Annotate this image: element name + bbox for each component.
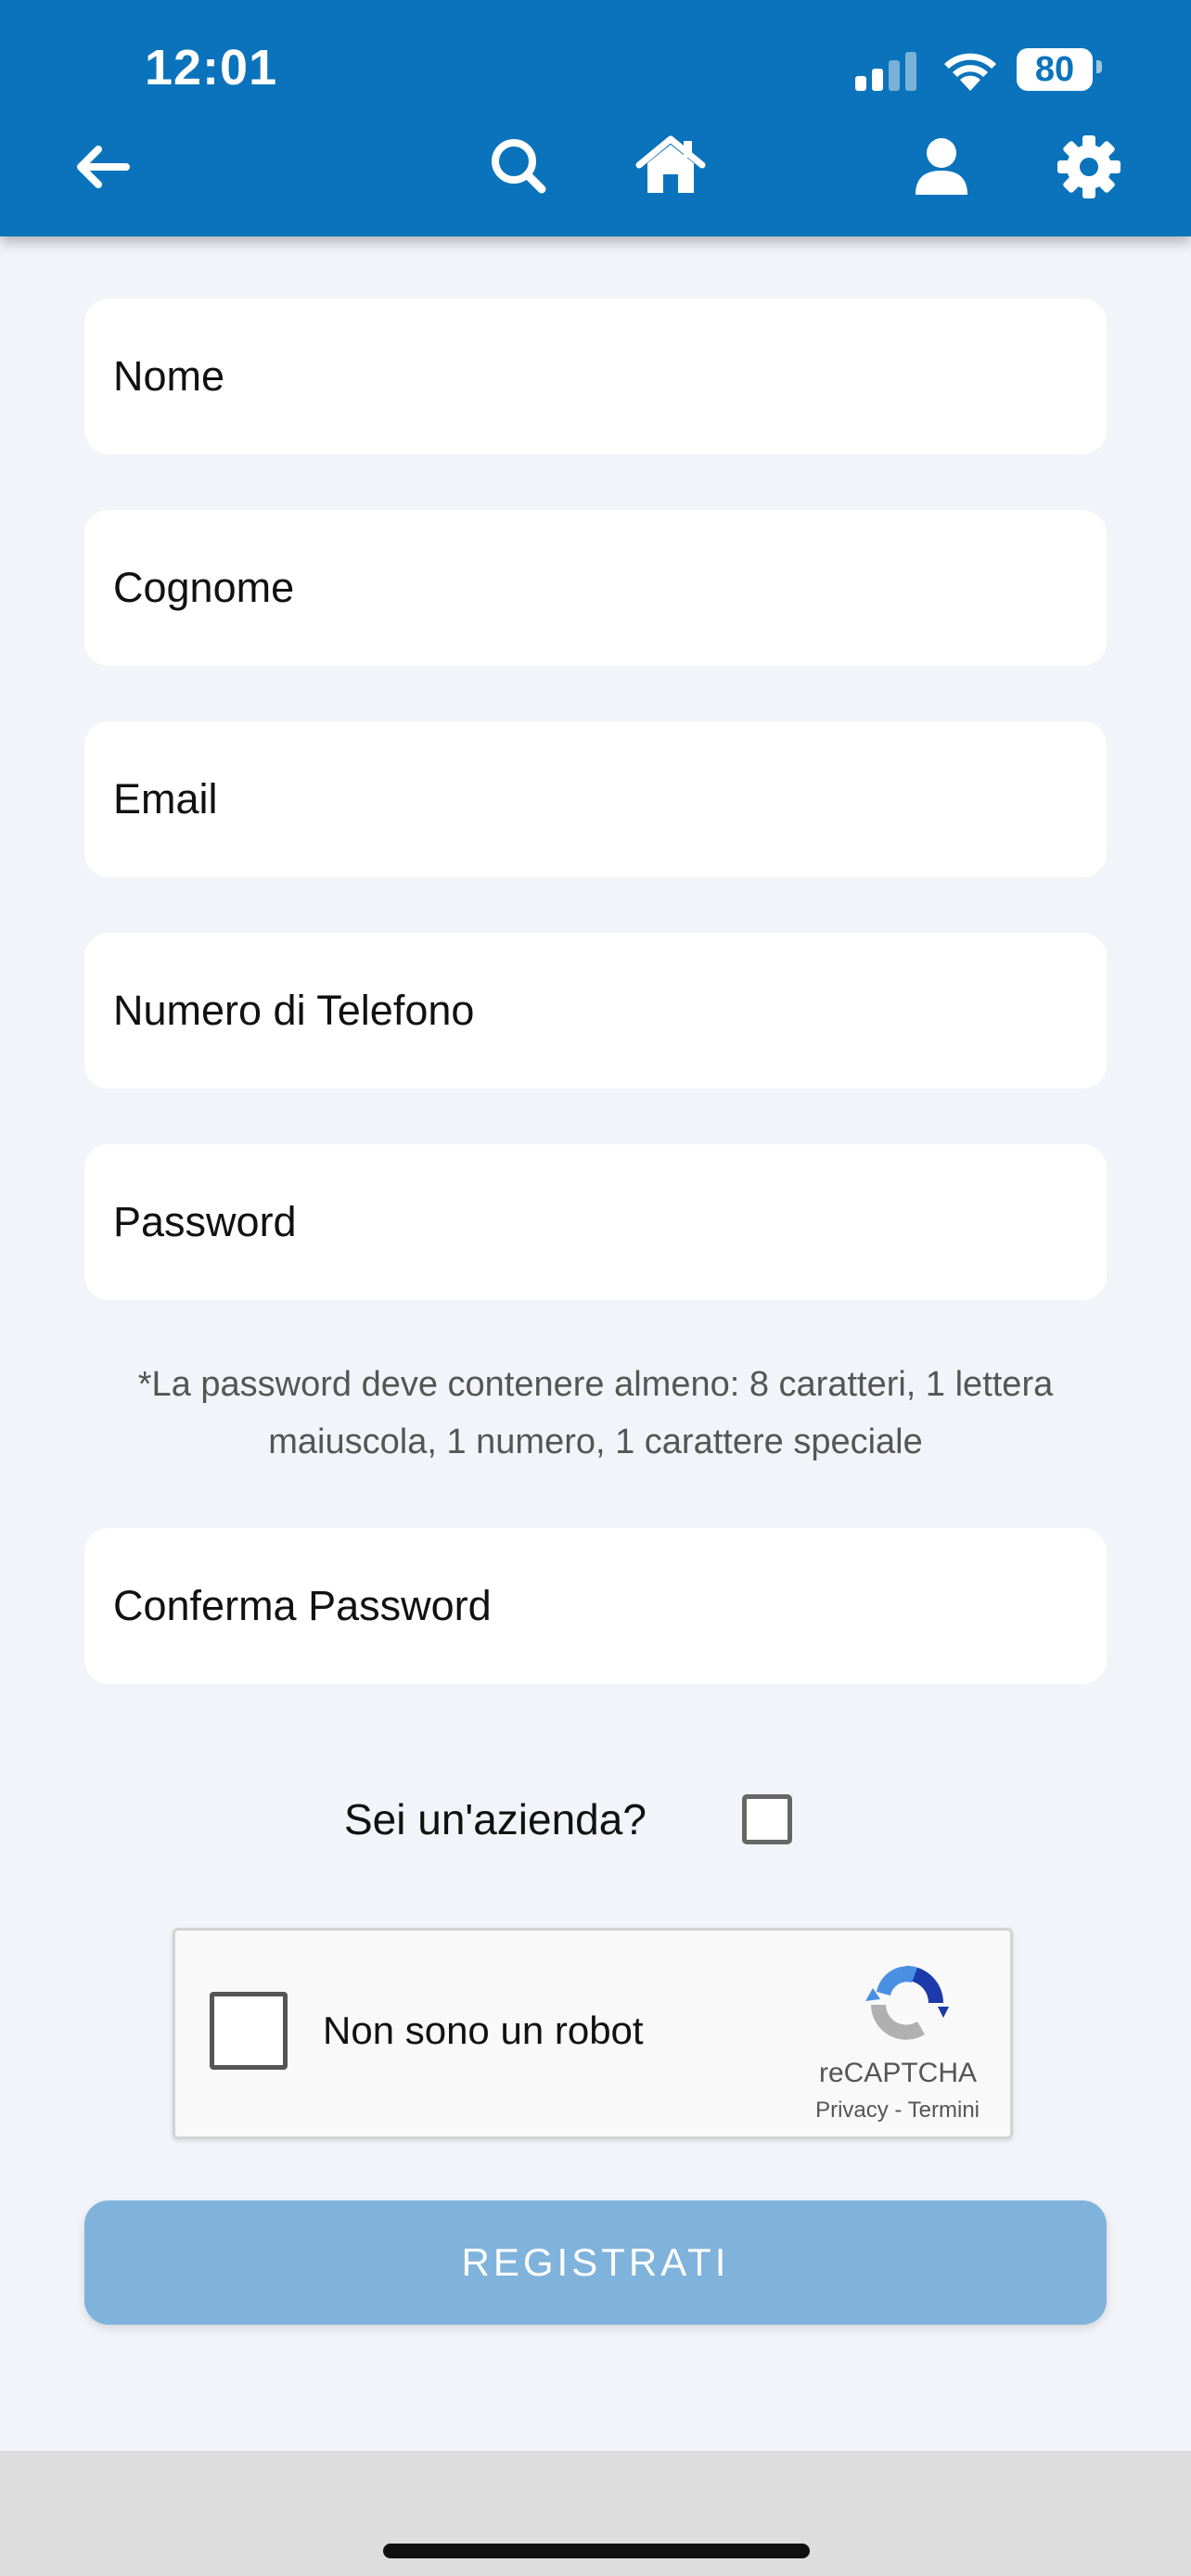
recaptcha-label: Non sono un robot [323, 2009, 644, 2052]
battery-level: 80 [1034, 50, 1075, 89]
email-field[interactable]: Email [84, 721, 1107, 877]
company-row: Sei un'azienda? [0, 1782, 1191, 1856]
wifi-icon [944, 53, 996, 91]
signal-icon [855, 52, 916, 91]
home-icon[interactable] [634, 130, 708, 204]
recaptcha-widget: Non sono un robot reCAPTCHA Privacy - Te… [173, 1928, 1013, 2139]
status-time: 12:01 [145, 40, 278, 96]
recaptcha-brand: reCAPTCHA [818, 2058, 977, 2088]
battery-icon: 80 [1017, 48, 1093, 91]
phone-field[interactable]: Numero di Telefono [84, 933, 1107, 1089]
recaptcha-checkbox[interactable] [210, 1992, 288, 2070]
bottom-bar [0, 2451, 1191, 2576]
confirm-password-placeholder: Conferma Password [113, 1582, 492, 1629]
gear-icon[interactable] [1052, 130, 1126, 204]
battery-tip [1096, 60, 1102, 73]
nome-placeholder: Nome [113, 352, 225, 400]
cognome-placeholder: Cognome [113, 564, 295, 611]
recaptcha-privacy-link[interactable]: Privacy [815, 2098, 889, 2123]
user-icon[interactable] [904, 130, 979, 204]
search-icon[interactable] [482, 130, 557, 204]
recaptcha-terms-link[interactable]: Termini [908, 2098, 980, 2123]
password-placeholder: Password [113, 1198, 297, 1245]
password-field[interactable]: Password [84, 1144, 1107, 1300]
password-hint: *La password deve contenere almeno: 8 ca… [137, 1365, 1054, 1461]
confirm-password-field[interactable]: Conferma Password [84, 1528, 1107, 1684]
nome-field[interactable]: Nome [84, 299, 1107, 454]
company-checkbox[interactable] [742, 1794, 792, 1844]
recaptcha-logo-icon [865, 1966, 949, 2040]
app-header: 12:01 80 [0, 0, 1191, 236]
home-indicator[interactable] [383, 2544, 810, 2558]
recaptcha-links: Privacy - Termini [815, 2098, 980, 2123]
company-label: Sei un'azienda? [344, 1795, 647, 1843]
register-button[interactable]: REGISTRATI [84, 2200, 1107, 2325]
email-placeholder: Email [113, 775, 218, 823]
back-arrow-icon[interactable] [65, 130, 139, 204]
cognome-field[interactable]: Cognome [84, 510, 1107, 666]
status-icons: 80 [853, 45, 1132, 96]
recaptcha-separator: - [888, 2098, 908, 2123]
phone-placeholder: Numero di Telefono [113, 987, 475, 1034]
